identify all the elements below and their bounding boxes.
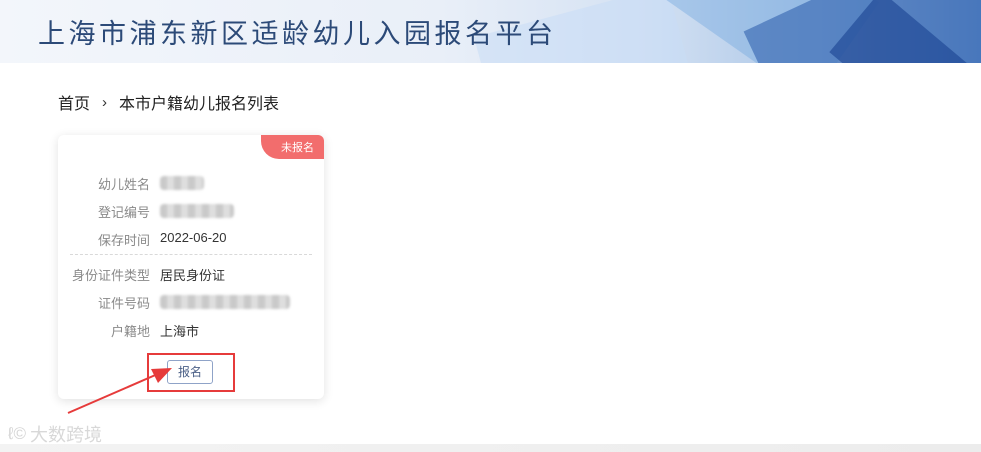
status-badge: 未报名 (261, 135, 324, 159)
divider (70, 254, 312, 255)
id-no-value (160, 293, 290, 312)
id-type-value: 居民身份证 (160, 268, 226, 283)
chevron-right-icon: › (102, 93, 108, 111)
reg-no-value (160, 202, 234, 221)
reg-no-row: 登记编号 (58, 202, 234, 221)
id-no-row: 证件号码 (58, 293, 290, 312)
id-type-label: 身份证件类型 (71, 268, 150, 283)
logo-icon: ℓ© (8, 424, 27, 443)
id-type-row: 身份证件类型 居民身份证 (58, 265, 225, 284)
annotation-highlight-box (147, 353, 235, 392)
child-name-label: 幼儿姓名 (97, 177, 150, 192)
reg-no-label: 登记编号 (97, 205, 150, 220)
household-value: 上海市 (160, 324, 200, 339)
page-title: 上海市浦东新区适龄幼儿入园报名平台 (38, 19, 557, 49)
breadcrumb-home[interactable]: 首页 (58, 90, 90, 114)
save-time-row: 保存时间 2022-06-20 (58, 230, 227, 249)
child-name-row: 幼儿姓名 (58, 174, 204, 193)
footer-strip (0, 444, 981, 452)
breadcrumb: 首页 › 本市户籍幼儿报名列表 (58, 90, 279, 114)
child-name-value (160, 174, 204, 193)
save-time-label: 保存时间 (97, 233, 150, 248)
header-banner: 上海市浦东新区适龄幼儿入园报名平台 (0, 0, 981, 63)
id-no-label: 证件号码 (97, 296, 150, 311)
household-row: 户籍地 上海市 (58, 321, 199, 340)
breadcrumb-current: 本市户籍幼儿报名列表 (119, 96, 280, 113)
household-label: 户籍地 (110, 324, 150, 339)
save-time-value: 2022-06-20 (160, 230, 227, 245)
